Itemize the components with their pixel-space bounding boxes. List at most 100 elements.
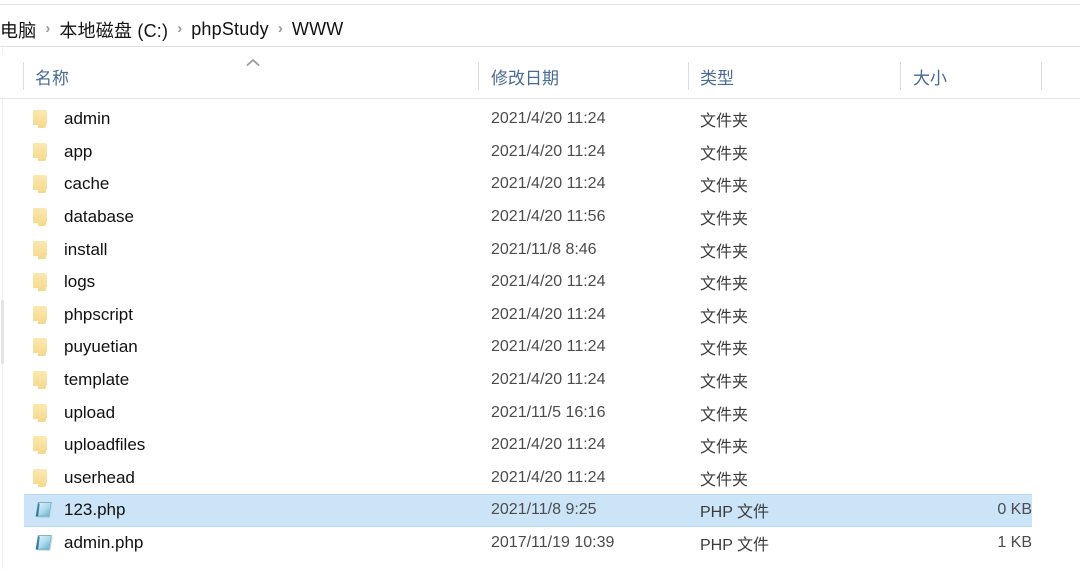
file-name: phpscript — [64, 304, 133, 324]
file-type: 文件夹 — [700, 439, 749, 457]
chevron-right-icon: › — [177, 20, 183, 37]
file-name: puyuetian — [64, 337, 138, 357]
file-icon-cell — [33, 401, 57, 425]
folder-icon — [33, 337, 50, 358]
file-type: 文件夹 — [700, 178, 749, 196]
chevron-right-icon: › — [277, 20, 283, 37]
file-row[interactable]: uploadfiles 2021/4/20 11:24 文件夹 — [0, 429, 1080, 462]
folder-icon — [33, 403, 50, 423]
file-name: uploadfiles — [64, 435, 146, 455]
file-type: 文件夹 — [700, 308, 749, 326]
file-type: 文件夹 — [700, 145, 749, 163]
column-divider-left[interactable] — [23, 62, 24, 90]
file-type: 文件夹 — [700, 113, 749, 131]
column-divider-type[interactable] — [900, 62, 901, 90]
php-file-icon — [33, 532, 55, 554]
file-row[interactable]: admin 2021/4/20 11:24 文件夹 — [0, 103, 1080, 136]
file-name: upload — [64, 402, 116, 422]
file-row[interactable]: upload 2021/11/5 16:16 文件夹 — [0, 396, 1080, 429]
breadcrumb-item-2[interactable]: phpStudy — [191, 19, 269, 40]
file-icon-cell — [33, 433, 57, 457]
folder-icon — [33, 468, 50, 488]
file-name: database — [64, 207, 134, 227]
file-name: admin — [64, 109, 111, 129]
file-modified: 2021/11/5 16:16 — [491, 403, 606, 421]
file-modified: 2017/11/19 10:39 — [491, 534, 615, 552]
file-type: 文件夹 — [700, 341, 749, 359]
breadcrumb-item-3[interactable]: WWW — [292, 19, 344, 40]
column-header-size[interactable]: 大小 — [913, 54, 947, 98]
file-row[interactable]: cache 2021/4/20 11:24 文件夹 — [0, 168, 1080, 201]
breadcrumb-item-0[interactable]: 电脑 — [0, 17, 36, 43]
folder-icon — [33, 305, 50, 325]
file-row[interactable]: phpscript 2021/4/20 11:24 文件夹 — [0, 299, 1080, 332]
file-row[interactable]: logs 2021/4/20 11:24 文件夹 — [0, 266, 1080, 299]
file-row[interactable]: template 2021/4/20 11:24 文件夹 — [0, 364, 1080, 397]
file-icon-cell — [33, 466, 57, 490]
folder-icon — [33, 370, 50, 391]
file-modified: 2021/11/8 9:25 — [491, 501, 597, 519]
file-type: 文件夹 — [700, 243, 749, 261]
file-modified: 2021/4/20 11:24 — [491, 436, 606, 454]
file-icon-cell — [33, 107, 57, 131]
file-modified: 2021/4/20 11:56 — [491, 208, 606, 226]
file-name: cache — [64, 174, 110, 194]
file-row[interactable]: puyuetian 2021/4/20 11:24 文件夹 — [0, 331, 1080, 364]
column-header-type[interactable]: 类型 — [700, 54, 734, 98]
file-row[interactable]: app 2021/4/20 11:24 文件夹 — [0, 136, 1080, 169]
breadcrumb-item-1[interactable]: 本地磁盘 (C:) — [59, 17, 168, 43]
column-header-modified[interactable]: 修改日期 — [491, 54, 559, 98]
file-row[interactable]: userhead 2021/4/20 11:24 文件夹 — [0, 462, 1080, 495]
file-modified: 2021/11/8 8:46 — [491, 240, 597, 258]
file-modified: 2021/4/20 11:24 — [491, 305, 606, 323]
file-name: userhead — [64, 467, 135, 487]
file-modified: 2021/4/20 11:24 — [491, 142, 606, 160]
file-type: 文件夹 — [700, 276, 749, 294]
folder-icon — [33, 174, 50, 195]
file-icon-cell — [33, 205, 57, 229]
breadcrumb-underline — [0, 46, 1080, 47]
file-icon-cell — [33, 335, 57, 359]
file-icon-cell — [33, 270, 57, 294]
column-header-bottom-rule — [0, 98, 1080, 99]
file-type: PHP 文件 — [700, 504, 770, 522]
file-list[interactable]: admin 2021/4/20 11:24 文件夹 app 2021/4/20 11:2… — [0, 103, 1080, 559]
column-header-name[interactable]: 名称 — [35, 54, 69, 98]
file-type: 文件夹 — [700, 374, 749, 392]
sort-ascending-icon — [246, 59, 260, 66]
file-type: 文件夹 — [700, 406, 749, 424]
column-divider-size[interactable] — [1041, 62, 1042, 90]
column-divider-name[interactable] — [478, 62, 479, 90]
folder-icon — [33, 109, 50, 130]
file-type: PHP 文件 — [700, 537, 770, 555]
file-name: 123.php — [64, 500, 126, 520]
file-modified: 2021/4/20 11:24 — [491, 371, 606, 389]
file-size: 0 KB — [997, 501, 1032, 519]
file-type: 文件夹 — [700, 211, 749, 229]
file-modified: 2021/4/20 11:24 — [491, 175, 606, 193]
file-name: logs — [64, 272, 96, 292]
php-file-icon — [33, 499, 55, 521]
file-icon-cell — [33, 498, 57, 522]
file-modified: 2021/4/20 11:24 — [491, 468, 606, 486]
file-modified: 2021/4/20 11:24 — [491, 338, 606, 356]
folder-icon — [33, 240, 50, 260]
file-name: admin.php — [64, 533, 144, 553]
file-modified: 2021/4/20 11:24 — [491, 273, 606, 291]
file-row[interactable]: database 2021/4/20 11:56 文件夹 — [0, 201, 1080, 234]
file-type: 文件夹 — [700, 471, 749, 489]
folder-icon — [33, 272, 50, 293]
file-row[interactable]: admin.php 2017/11/19 10:39 PHP 文件 1 KB — [0, 527, 1080, 560]
file-row[interactable]: 123.php 2021/11/8 9:25 PHP 文件 0 KB — [0, 494, 1080, 527]
column-divider-date[interactable] — [688, 62, 689, 90]
file-row[interactable]: install 2021/11/8 8:46 文件夹 — [0, 233, 1080, 266]
file-name: install — [64, 239, 108, 259]
breadcrumb[interactable]: 电脑 › 本地磁盘 (C:) › phpStudy › WWW — [0, 13, 1080, 46]
window-top-rule — [0, 4, 1080, 5]
file-icon-cell — [33, 140, 57, 164]
file-icon-cell — [33, 303, 57, 327]
file-icon-cell — [33, 238, 57, 262]
file-name: app — [64, 141, 93, 161]
file-icon-cell — [33, 531, 57, 555]
chevron-right-icon: › — [45, 20, 51, 37]
